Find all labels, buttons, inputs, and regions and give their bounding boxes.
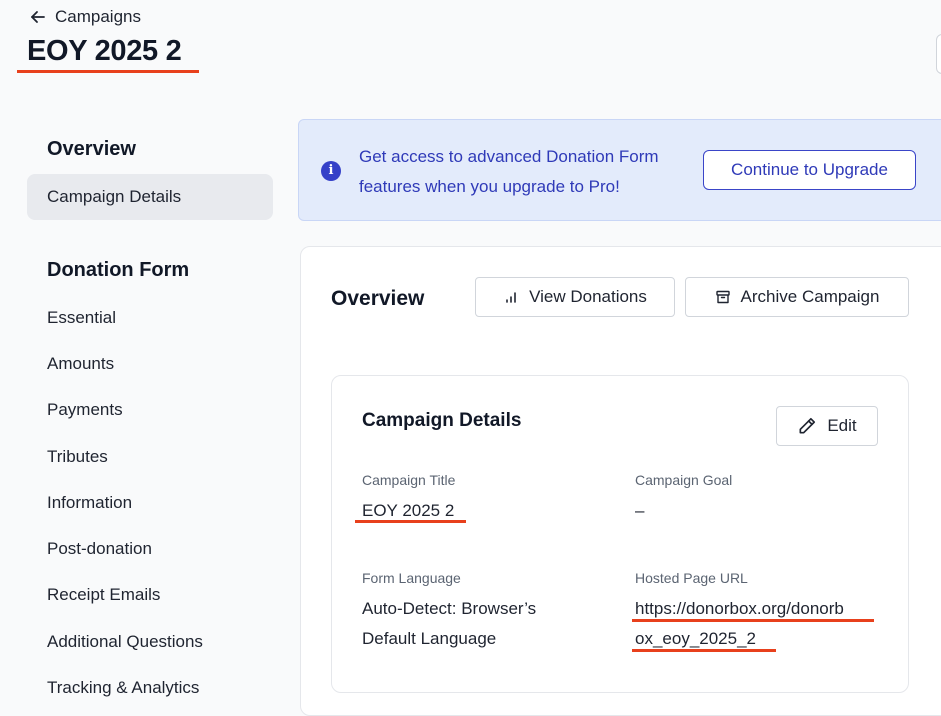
sidebar-item-additional-questions[interactable]: Additional Questions [47, 632, 203, 652]
sidebar-heading-overview: Overview [47, 138, 136, 160]
sidebar-item-post-donation[interactable]: Post-donation [47, 539, 152, 559]
view-donations-label: View Donations [529, 287, 647, 306]
sidebar-item-amounts[interactable]: Amounts [47, 354, 114, 374]
upgrade-banner: i Get access to advanced Donation Form f… [298, 119, 941, 221]
edit-button[interactable]: Edit [776, 406, 878, 446]
overview-title: Overview [331, 287, 425, 310]
arrow-left-icon [31, 11, 45, 23]
annotation-underline [632, 649, 776, 652]
sidebar-item-tributes[interactable]: Tributes [47, 447, 108, 467]
annotation-underline [632, 619, 874, 622]
sidebar-item-receipt-emails[interactable]: Receipt Emails [47, 585, 160, 605]
sidebar-item-label: Campaign Details [47, 187, 182, 206]
sidebar-item-tracking-analytics[interactable]: Tracking & Analytics [47, 678, 199, 698]
hosted-page-url-label: Hosted Page URL [635, 570, 748, 586]
pencil-icon [799, 417, 816, 434]
form-language-value-line2: Default Language [362, 629, 497, 648]
info-icon: i [321, 161, 341, 181]
campaign-goal-value: – [635, 501, 645, 520]
form-language-value-line1: Auto-Detect: Browser’s [362, 599, 537, 618]
header-action-button[interactable] [936, 34, 941, 74]
upgrade-message: Get access to advanced Donation Form fea… [359, 147, 659, 196]
campaign-title-label: Campaign Title [362, 472, 456, 488]
continue-to-upgrade-button[interactable]: Continue to Upgrade [703, 150, 916, 190]
sidebar-item-payments[interactable]: Payments [47, 400, 123, 420]
archive-campaign-button[interactable]: Archive Campaign [685, 277, 909, 317]
sidebar-item-campaign-details[interactable]: Campaign Details [27, 174, 273, 220]
page-title: EOY 2025 2 [27, 35, 182, 67]
edit-label: Edit [827, 416, 857, 435]
archive-campaign-label: Archive Campaign [740, 287, 880, 306]
campaign-details-title: Campaign Details [362, 410, 522, 431]
archive-box-icon [715, 290, 730, 304]
sidebar-heading-donation-form: Donation Form [47, 259, 190, 281]
sidebar-item-information[interactable]: Information [47, 493, 132, 513]
view-donations-button[interactable]: View Donations [475, 277, 675, 317]
form-language-label: Form Language [362, 570, 461, 586]
campaign-goal-label: Campaign Goal [635, 472, 733, 488]
back-label: Campaigns [55, 7, 141, 26]
back-to-campaigns-link[interactable]: Campaigns [29, 7, 141, 27]
sidebar-item-essential[interactable]: Essential [47, 308, 116, 328]
bar-chart-icon [506, 292, 516, 303]
annotation-underline [17, 70, 199, 73]
annotation-underline [355, 520, 466, 523]
